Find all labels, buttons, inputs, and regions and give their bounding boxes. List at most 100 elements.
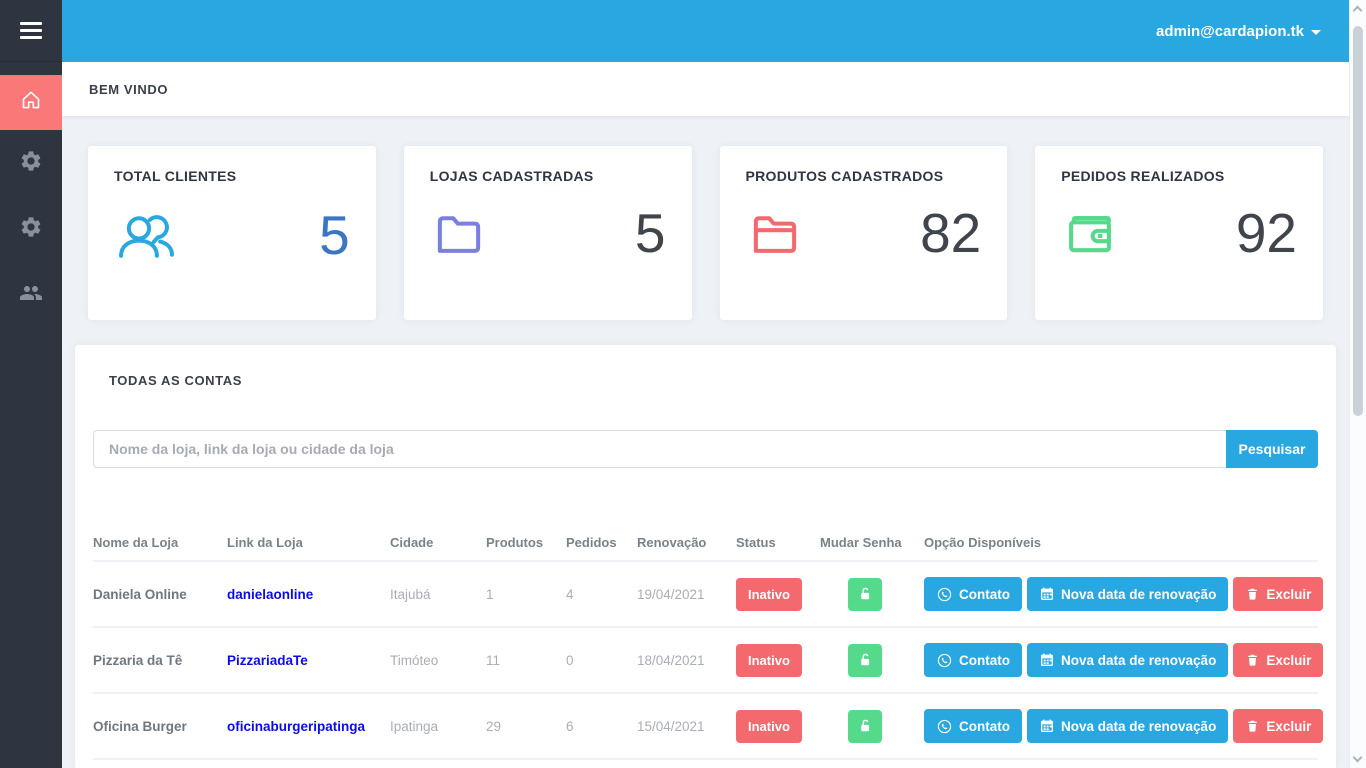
renew-date-button[interactable]: Nova data de renovação	[1027, 709, 1228, 743]
stat-card-lojas-cadastradas: LOJAS CADASTRADAS 5	[404, 146, 692, 320]
stat-label: PRODUTOS CADASTRADOS	[746, 168, 982, 184]
gear-icon	[19, 215, 43, 244]
table-header-row: Nome da Loja Link da Loja Cidade Produto…	[93, 524, 1318, 562]
home-icon	[19, 88, 43, 117]
users-outline-icon	[114, 206, 180, 264]
stat-label: LOJAS CADASTRADAS	[430, 168, 666, 184]
store-name: Oficina Burger	[93, 719, 227, 734]
accounts-panel-title: TODAS AS CONTAS	[109, 373, 1318, 388]
trash-icon	[1245, 652, 1260, 668]
row-actions: Contato Nova data de renovação Excluir	[924, 577, 1323, 611]
store-renewal-date: 18/04/2021	[637, 653, 736, 668]
chevron-down-icon	[1311, 30, 1321, 35]
main-content: TOTAL CLIENTES 5 LOJAS CADASTRADAS	[62, 116, 1349, 768]
search-group: Pesquisar	[93, 430, 1318, 468]
store-name: Daniela Online	[93, 587, 227, 602]
stat-value: 92	[1236, 206, 1297, 261]
store-orders: 4	[566, 587, 637, 602]
stat-label: TOTAL CLIENTES	[114, 168, 350, 184]
page-title: BEM VINDO	[89, 82, 168, 97]
trash-icon	[1245, 586, 1260, 602]
unlock-icon	[856, 717, 874, 735]
store-city: Ipatinga	[390, 719, 486, 734]
calendar-icon	[1039, 586, 1055, 602]
store-renewal-date: 19/04/2021	[637, 587, 736, 602]
stat-value: 5	[635, 206, 666, 261]
sidebar-item-settings-2[interactable]	[0, 196, 62, 262]
column-header-orders: Pedidos	[566, 535, 637, 550]
store-link[interactable]: danielaonline	[227, 587, 390, 602]
column-header-city: Cidade	[390, 535, 486, 550]
store-name: Pizzaria da Tê	[93, 653, 227, 668]
contact-button[interactable]: Contato	[924, 577, 1022, 611]
store-orders: 0	[566, 653, 637, 668]
folder-line-icon	[746, 207, 804, 261]
stat-card-total-clientes: TOTAL CLIENTES 5	[88, 146, 376, 320]
row-actions: Contato Nova data de renovação Excluir	[924, 709, 1323, 743]
status-badge[interactable]: Inativo	[736, 710, 802, 743]
change-password-button[interactable]	[848, 578, 882, 611]
sidebar-menu	[0, 62, 62, 328]
store-products: 11	[486, 653, 566, 668]
contact-button[interactable]: Contato	[924, 709, 1022, 743]
trash-icon	[1245, 718, 1260, 734]
whatsapp-icon	[936, 718, 953, 735]
stats-row: TOTAL CLIENTES 5 LOJAS CADASTRADAS	[75, 146, 1336, 320]
accounts-panel: TODAS AS CONTAS Pesquisar Nome da Loja L…	[75, 345, 1336, 768]
store-city: Timóteo	[390, 653, 486, 668]
change-password-button[interactable]	[848, 710, 882, 743]
delete-button[interactable]: Excluir	[1233, 709, 1323, 743]
scroll-down-arrow-icon[interactable]	[1353, 753, 1363, 763]
calendar-icon	[1039, 652, 1055, 668]
store-products: 29	[486, 719, 566, 734]
column-header-options: Opção Disponíveis	[924, 535, 1318, 550]
gear-icon	[19, 149, 43, 178]
change-password-button[interactable]	[848, 644, 882, 677]
stat-label: PEDIDOS REALIZADOS	[1061, 168, 1297, 184]
vertical-scrollbar[interactable]	[1349, 0, 1366, 768]
store-products: 1	[486, 587, 566, 602]
renew-date-button[interactable]: Nova data de renovação	[1027, 643, 1228, 677]
user-email: admin@cardapion.tk	[1156, 23, 1304, 40]
store-link[interactable]: oficinaburgeripatinga	[227, 719, 390, 734]
column-header-name: Nome da Loja	[93, 535, 227, 550]
store-city: Itajubá	[390, 587, 486, 602]
search-button[interactable]: Pesquisar	[1226, 430, 1318, 468]
sidebar-header	[0, 0, 62, 62]
search-input[interactable]	[93, 430, 1226, 468]
renew-date-button[interactable]: Nova data de renovação	[1027, 577, 1228, 611]
sidebar	[0, 0, 62, 768]
wallet-icon	[1061, 207, 1119, 261]
unlock-icon	[856, 585, 874, 603]
table-row: Oficina Burger oficinaburgeripatinga Ipa…	[93, 694, 1318, 760]
column-header-renewal: Renovação	[637, 535, 736, 550]
stat-value: 5	[319, 208, 350, 263]
sidebar-item-settings-1[interactable]	[0, 130, 62, 196]
contact-button[interactable]: Contato	[924, 643, 1022, 677]
column-header-password: Mudar Senha	[820, 535, 924, 550]
hamburger-icon	[20, 22, 42, 25]
breadcrumb-band: BEM VINDO	[62, 62, 1349, 116]
status-badge[interactable]: Inativo	[736, 644, 802, 677]
users-icon	[19, 281, 43, 310]
delete-button[interactable]: Excluir	[1233, 577, 1323, 611]
whatsapp-icon	[936, 586, 953, 603]
user-menu-button[interactable]: admin@cardapion.tk	[1156, 23, 1321, 40]
sidebar-item-users[interactable]	[0, 262, 62, 328]
menu-toggle-button[interactable]	[20, 22, 42, 39]
scroll-up-arrow-icon[interactable]	[1353, 6, 1363, 16]
row-actions: Contato Nova data de renovação Excluir	[924, 643, 1323, 677]
scrollbar-thumb[interactable]	[1353, 26, 1363, 416]
stat-value: 82	[920, 206, 981, 261]
table-row: Pizzaria da Tê PizzariadaTe Timóteo 11 0…	[93, 628, 1318, 694]
store-renewal-date: 15/04/2021	[637, 719, 736, 734]
store-link[interactable]: PizzariadaTe	[227, 653, 390, 668]
unlock-icon	[856, 651, 874, 669]
delete-button[interactable]: Excluir	[1233, 643, 1323, 677]
whatsapp-icon	[936, 652, 953, 669]
sidebar-item-home[interactable]	[0, 75, 62, 130]
topbar: admin@cardapion.tk	[62, 0, 1349, 62]
column-header-link: Link da Loja	[227, 535, 390, 550]
column-header-status: Status	[736, 535, 820, 550]
status-badge[interactable]: Inativo	[736, 578, 802, 611]
